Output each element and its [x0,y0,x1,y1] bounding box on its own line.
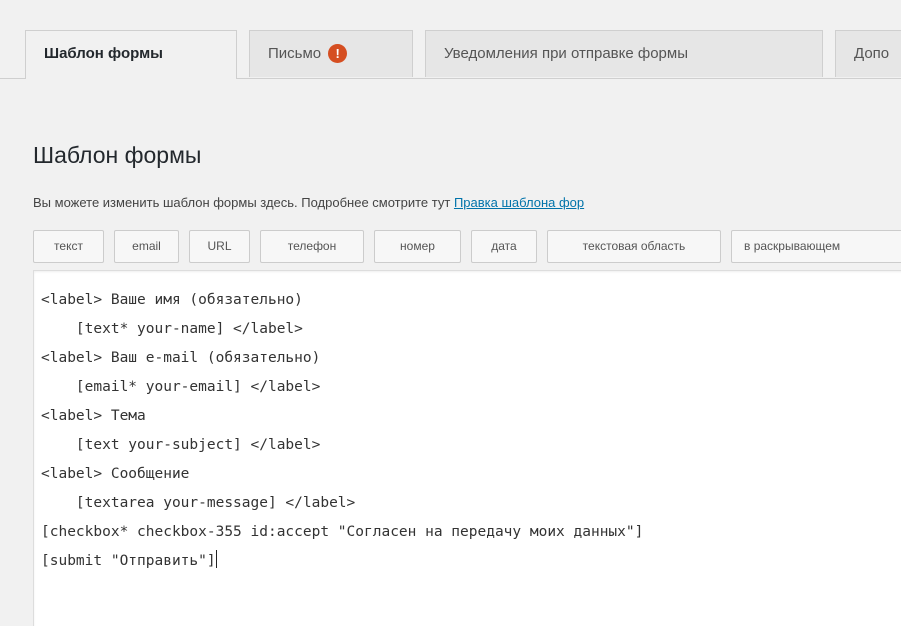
form-template-textarea[interactable]: <label> Ваше имя (обязательно) [text* yo… [33,270,901,626]
code-line: <label> Сообщение [41,466,190,482]
tag-button-email[interactable]: email [114,230,179,263]
form-code: <label> Ваше имя (обязательно) [text* yo… [41,286,643,576]
section-description: Вы можете изменить шаблон формы здесь. П… [33,195,584,210]
tag-button-url[interactable]: URL [189,230,250,263]
form-editor-page: Шаблон формы Письмо! Уведомления при отп… [0,0,901,626]
description-text: Вы можете изменить шаблон формы здесь. П… [33,195,454,210]
help-link[interactable]: Правка шаблона фор [454,195,584,210]
tag-button-number[interactable]: номер [374,230,461,263]
tag-button-date[interactable]: дата [471,230,537,263]
page-title: Шаблон формы [33,142,202,168]
code-line: [text* your-name] </label> [41,321,303,337]
tab-label: Письмо [268,45,322,62]
warning-icon: ! [328,43,348,63]
tab-label: Уведомления при отправке формы [444,45,688,62]
code-line: [submit "Отправить"] [41,553,216,569]
text-cursor [215,550,217,568]
tab-label: Допо [854,45,890,62]
editor-tabs: Шаблон формы Письмо! Уведомления при отп… [0,0,901,79]
code-line: <label> Ваше имя (обязательно) [41,292,303,308]
tab-messages[interactable]: Уведомления при отправке формы [425,30,823,77]
code-line: [text your-subject] </label> [41,437,321,453]
tab-additional[interactable]: Допо [835,30,901,77]
tag-button-dropdown[interactable]: в раскрывающем [731,230,901,263]
tab-form-template[interactable]: Шаблон формы [25,30,237,79]
tag-button-phone[interactable]: телефон [260,230,364,263]
code-line: [email* your-email] </label> [41,379,321,395]
tag-generator-toolbar: текст email URL телефон номер дата текст… [33,230,901,264]
tab-mail[interactable]: Письмо! [249,30,413,77]
tag-button-text[interactable]: текст [33,230,104,263]
tab-label: Шаблон формы [44,45,163,62]
code-line: [textarea your-message] </label> [41,495,356,511]
tag-button-textarea[interactable]: текстовая область [547,230,721,263]
code-line: [checkbox* checkbox-355 id:accept "Согла… [41,524,644,540]
code-line: <label> Ваш e-mail (обязательно) [41,350,321,366]
code-line: <label> Тема [41,408,146,424]
